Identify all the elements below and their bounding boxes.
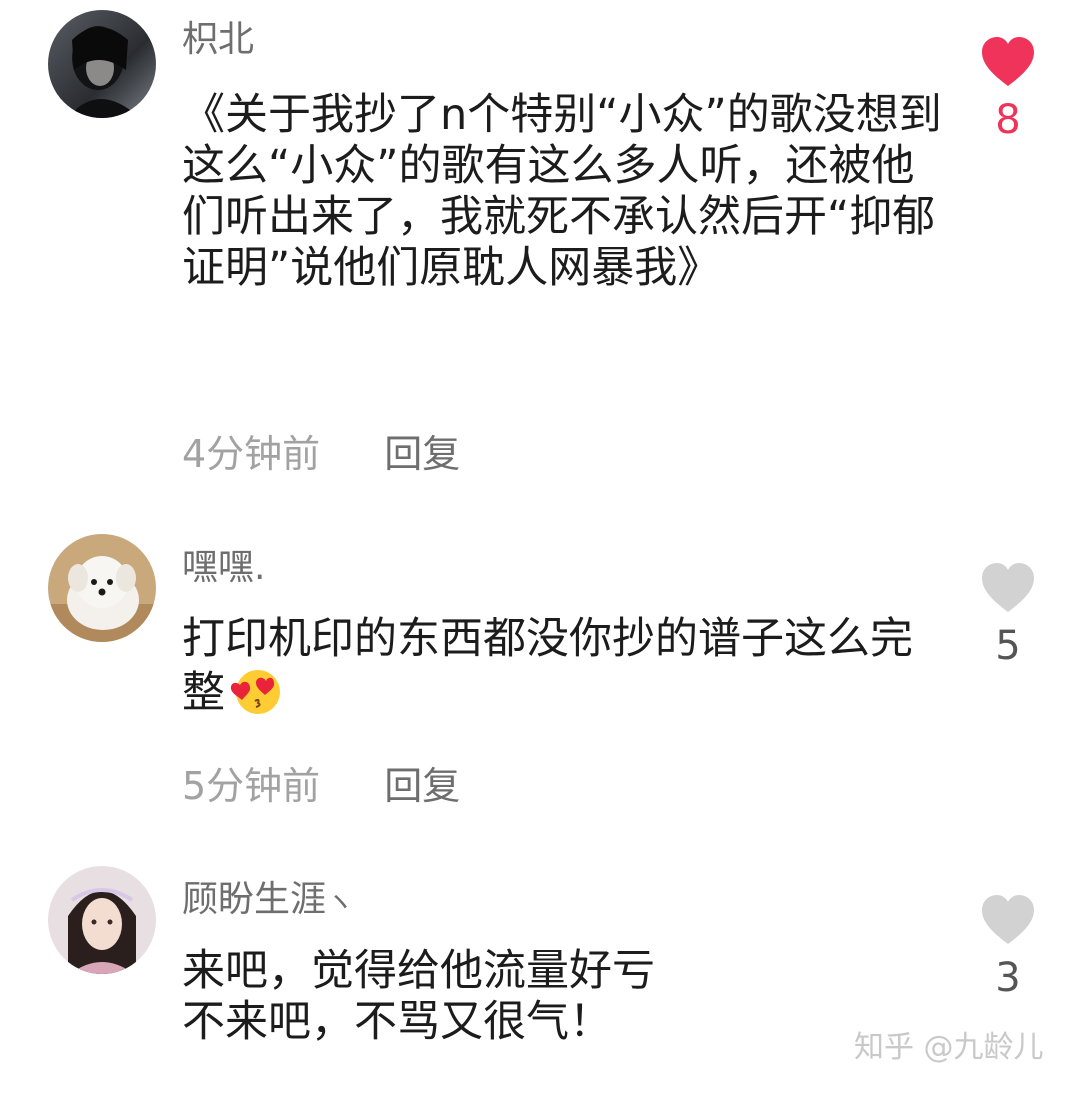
like-control[interactable]: 3 (976, 894, 1040, 1000)
comment-timestamp: 5分钟前 (182, 764, 321, 808)
comment-item: 顾盼生涯ヽ 来吧，觉得给他流量好亏 不来吧，不骂又很气！ 3 (0, 0, 1080, 1047)
like-count: 3 (995, 955, 1021, 1001)
reply-button[interactable]: 回复 (384, 764, 460, 808)
white-puppy-avatar-icon (48, 534, 156, 642)
comment-username-text: 顾盼生涯 (182, 879, 327, 920)
comment-username[interactable]: 嘿嘿. (182, 548, 265, 588)
comment-username-suffix: ヽ (326, 885, 355, 918)
watermark: 知乎 @九龄儿 (854, 1030, 1044, 1065)
heart-eyes-kiss-emoji-icon (230, 670, 280, 714)
comment-text: 打印机印的东西都没你抄的谱子这么完整 (182, 614, 942, 719)
comment-text-content: 打印机印的东西都没你抄的谱子这么完整 (182, 614, 913, 718)
avatar[interactable] (48, 866, 156, 974)
heart-icon[interactable] (980, 562, 1036, 614)
heart-icon[interactable] (980, 894, 1036, 946)
like-count: 5 (995, 623, 1021, 669)
comment-text: 来吧，觉得给他流量好亏 不来吧，不骂又很气！ (182, 946, 655, 1047)
comment-username[interactable]: 顾盼生涯ヽ (182, 880, 354, 922)
like-control[interactable]: 5 (976, 562, 1040, 668)
avatar[interactable] (48, 534, 156, 642)
comment-meta: 5分钟前 回复 (182, 764, 460, 808)
anime-character-avatar-icon (48, 866, 156, 974)
